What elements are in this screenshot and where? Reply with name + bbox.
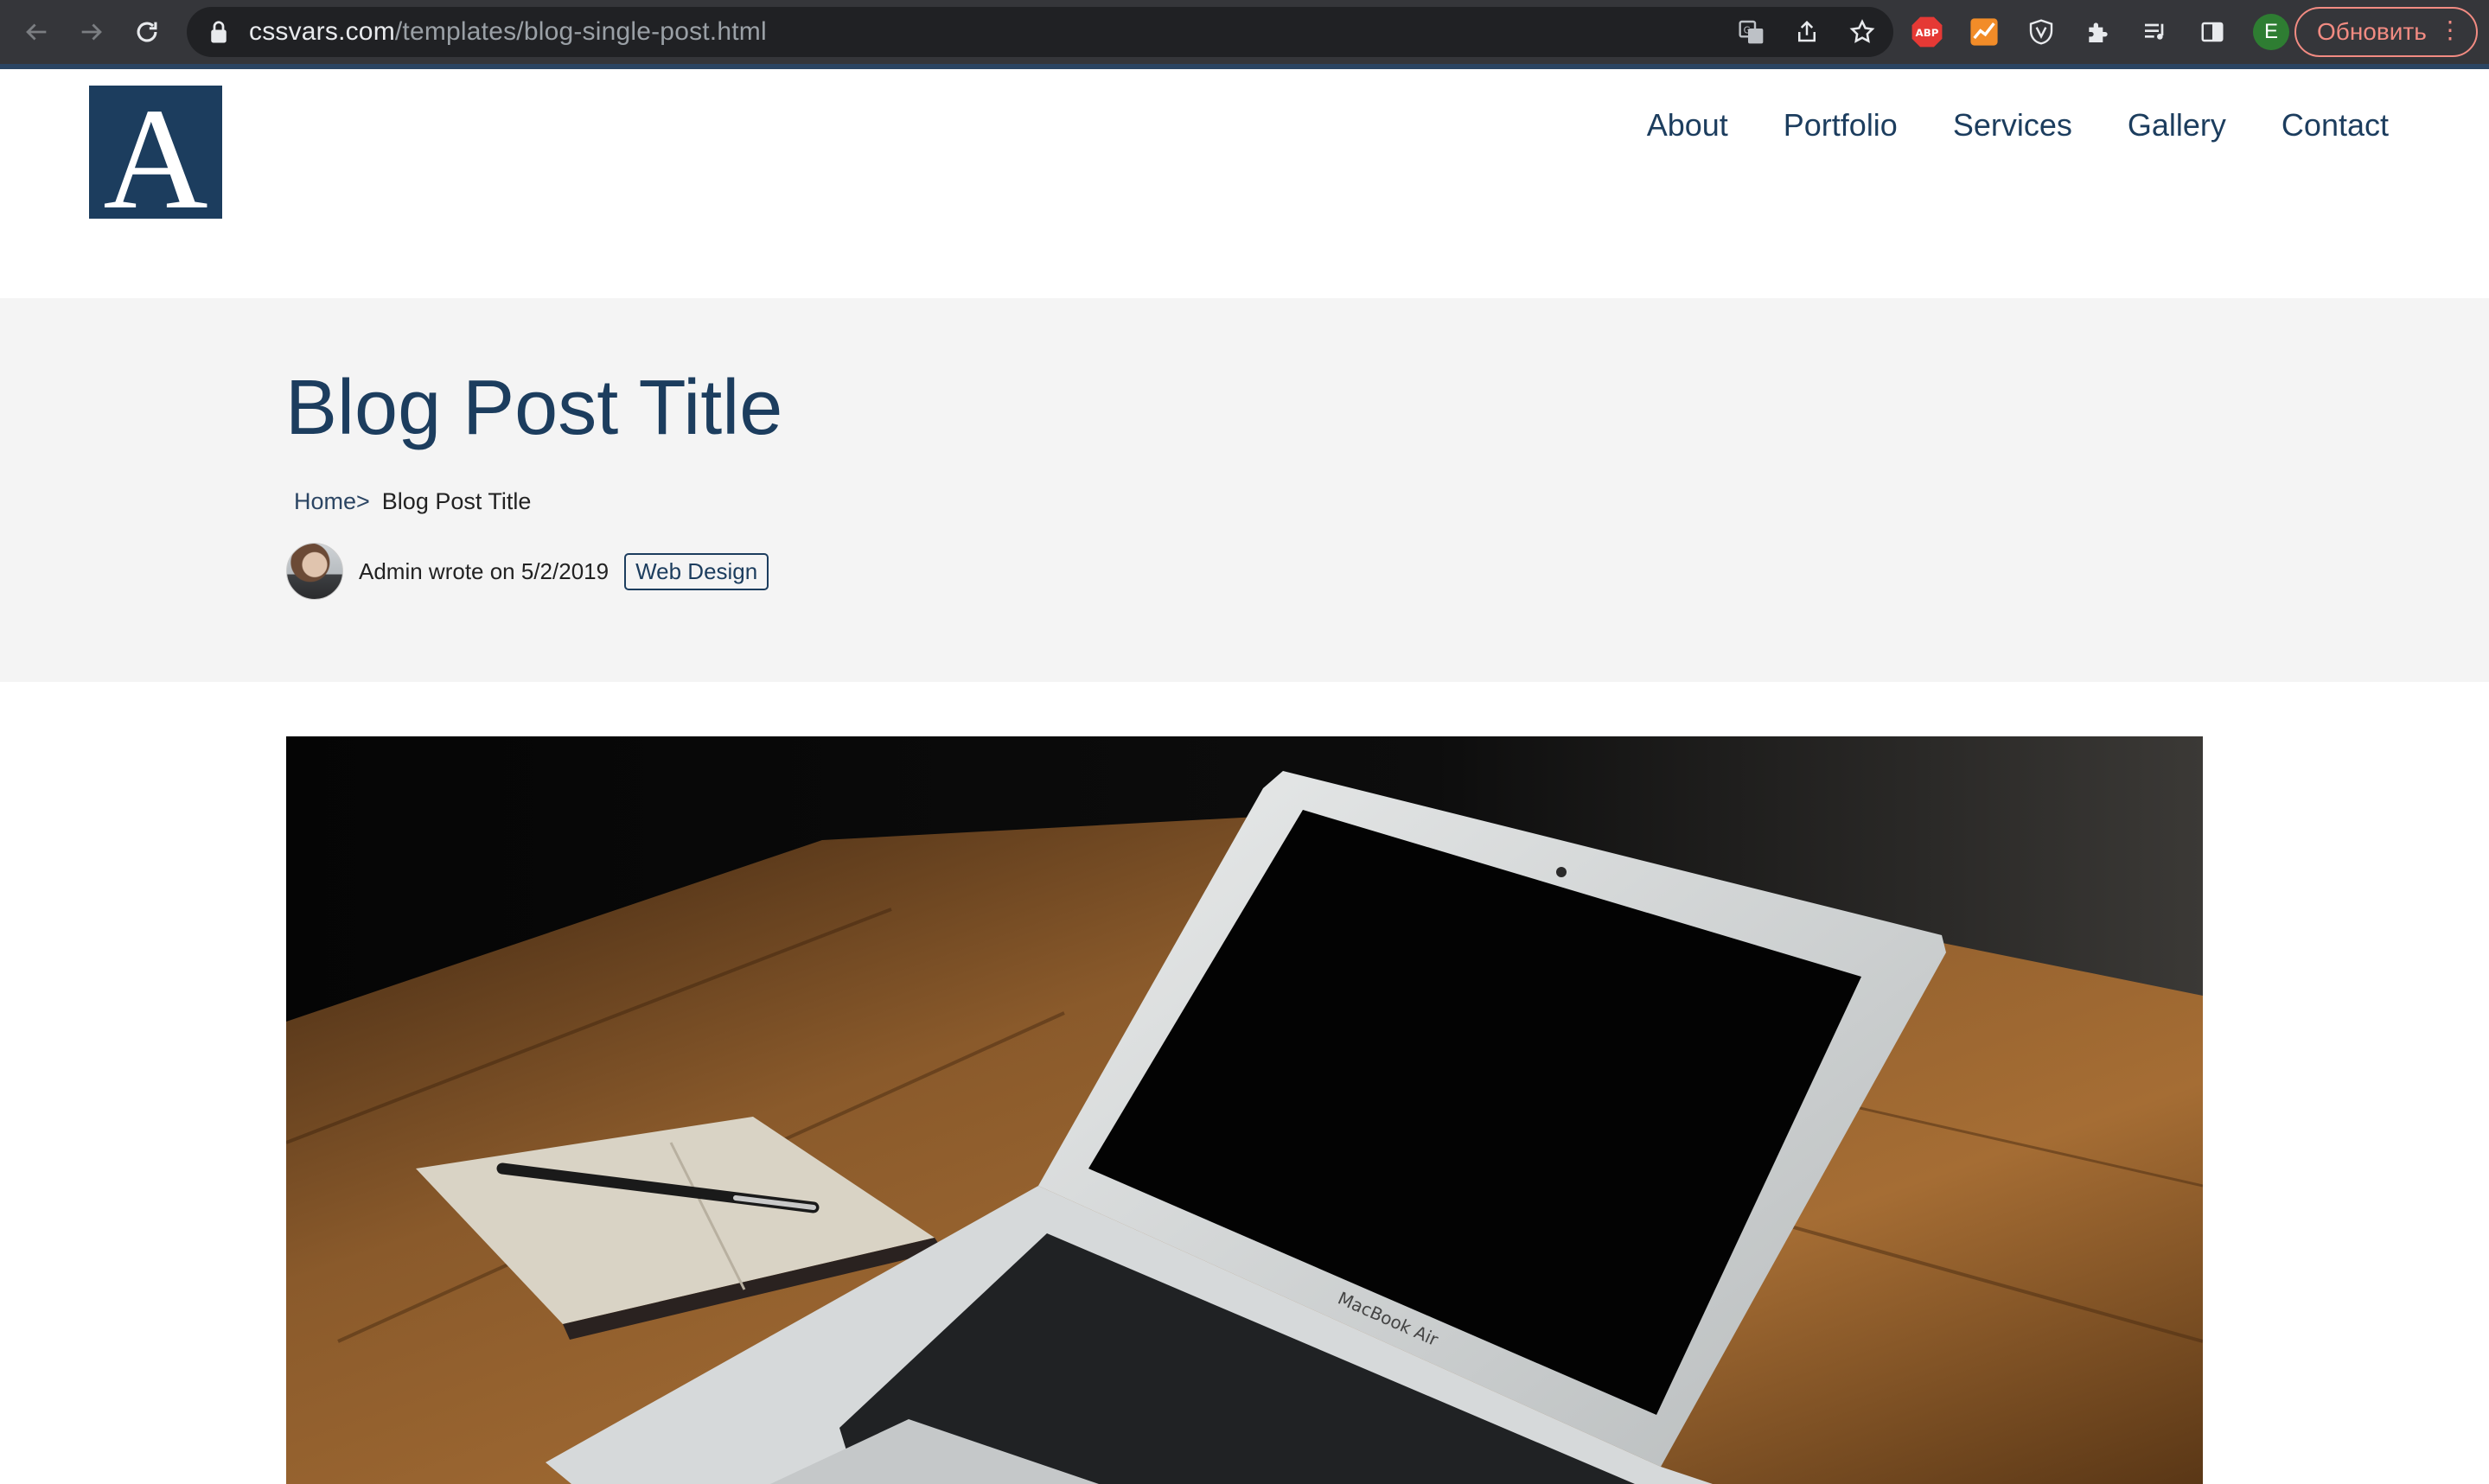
author-date: Admin wrote on 5/2/2019: [359, 557, 609, 584]
kebab-menu-icon[interactable]: ⋮: [2438, 18, 2462, 42]
post-hero: Blog Post Title Home> Blog Post Title Ad…: [0, 298, 2489, 682]
nav-gallery[interactable]: Gallery: [2128, 107, 2226, 143]
profile-avatar[interactable]: E: [2253, 14, 2289, 50]
page-title: Blog Post Title: [285, 365, 783, 451]
nav-portfolio[interactable]: Portfolio: [1784, 107, 1898, 143]
reload-button[interactable]: [119, 4, 175, 60]
url-path: /templates/blog-single-post.html: [394, 17, 767, 46]
forward-arrow-icon: [81, 23, 102, 41]
site-logo[interactable]: A: [89, 86, 222, 232]
svg-text:G: G: [1744, 24, 1751, 35]
nav-services[interactable]: Services: [1953, 107, 2072, 143]
url-host: cssvars.com: [249, 17, 395, 46]
shield-extension-icon[interactable]: [2025, 16, 2058, 48]
avatar: [286, 543, 343, 600]
back-arrow-icon: [26, 23, 47, 41]
translate-icon[interactable]: G: [1736, 16, 1767, 48]
star-icon[interactable]: [1847, 16, 1878, 48]
back-button[interactable]: [9, 4, 64, 60]
site-header: A About Portfolio Services Gallery Conta…: [0, 69, 2489, 298]
laptop-photo: MacBook Air: [286, 736, 2203, 1484]
update-label: Обновить: [2317, 18, 2427, 45]
post-meta: Admin wrote on 5/2/2019 Web Design: [286, 543, 769, 600]
category-tag[interactable]: Web Design: [624, 552, 769, 590]
svg-text:ABP: ABP: [1916, 27, 1939, 39]
nav-about[interactable]: About: [1647, 107, 1728, 143]
lock-icon: [211, 21, 227, 43]
forward-button[interactable]: [64, 4, 119, 60]
browser-toolbar: cssvars.com/templates/blog-single-post.h…: [0, 0, 2489, 64]
featured-image: MacBook Air: [286, 736, 2203, 1484]
update-button[interactable]: Обновить ⋮: [2294, 7, 2478, 57]
logo-letter: A: [103, 79, 208, 239]
reload-icon: [137, 22, 157, 42]
address-bar[interactable]: cssvars.com/templates/blog-single-post.h…: [187, 7, 1893, 57]
media-queue-icon[interactable]: [2139, 16, 2172, 48]
nav-contact[interactable]: Contact: [2282, 107, 2389, 143]
breadcrumb: Home> Blog Post Title: [294, 488, 531, 515]
side-panel-icon[interactable]: [2196, 16, 2229, 48]
adblock-icon[interactable]: ABP: [1911, 16, 1943, 48]
breadcrumb-home[interactable]: Home>: [294, 488, 370, 515]
share-icon[interactable]: [1791, 16, 1822, 48]
puzzle-extensions-icon[interactable]: [2082, 16, 2115, 48]
breadcrumb-current: Blog Post Title: [381, 488, 532, 514]
main-nav: About Portfolio Services Gallery Contact: [1647, 107, 2389, 143]
url-text: cssvars.com/templates/blog-single-post.h…: [249, 17, 767, 47]
analytics-extension-icon[interactable]: [1968, 16, 2001, 48]
